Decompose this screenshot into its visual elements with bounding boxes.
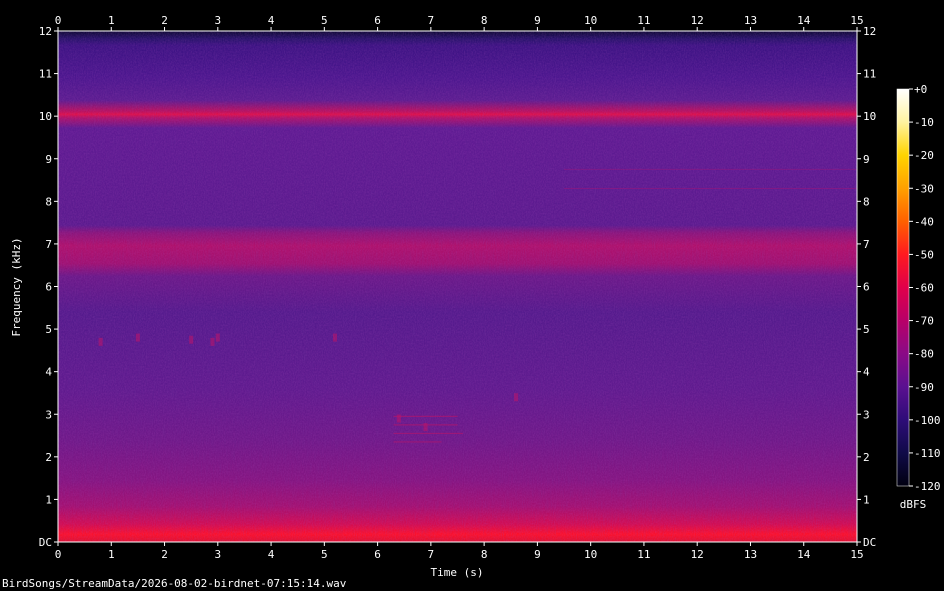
y-tick-left-label: DC <box>39 536 52 549</box>
colorbar-tick-label: -70 <box>914 315 934 328</box>
x-tick-top-label: 15 <box>850 14 863 27</box>
colorbar-gradient <box>897 89 909 486</box>
y-tick-right-label: 9 <box>863 153 870 166</box>
bird-call-mark <box>98 337 103 346</box>
colorbar-tick-label: -50 <box>914 248 934 261</box>
x-axis-title: Time (s) <box>431 566 484 579</box>
y-tick-right-label: 6 <box>863 281 870 294</box>
bird-call-mark <box>396 414 401 423</box>
x-tick-top-label: 1 <box>108 14 115 27</box>
x-tick-top-label: 0 <box>55 14 62 27</box>
y-tick-right-label: 1 <box>863 493 870 506</box>
x-tick-top-label: 12 <box>691 14 704 27</box>
colorbar-tick-label: -30 <box>914 182 934 195</box>
y-tick-left-label: 2 <box>45 451 52 464</box>
y-tick-left-label: 12 <box>39 25 52 38</box>
colorbar-tick-label: -120 <box>914 480 941 493</box>
y-tick-left-label: 11 <box>39 68 52 81</box>
y-tick-left-label: 4 <box>45 366 52 379</box>
spectrogram-vertical-texture <box>58 31 857 542</box>
bird-call-mark <box>332 333 337 342</box>
y-tick-left-label: 8 <box>45 195 52 208</box>
bird-call-mark <box>135 333 140 342</box>
y-tick-left-label: 3 <box>45 408 52 421</box>
x-tick-top-label: 2 <box>161 14 168 27</box>
x-tick-bottom-label: 5 <box>321 548 328 561</box>
x-tick-bottom-label: 4 <box>268 548 275 561</box>
x-tick-bottom-label: 10 <box>584 548 597 561</box>
x-tick-bottom-label: 2 <box>161 548 168 561</box>
x-tick-top-label: 11 <box>637 14 650 27</box>
colorbar-tick-label: -20 <box>914 149 934 162</box>
colorbar: +0 -10 -20 -30 -40 -50 -60 -70 -80 -90 -100 -110 -12… <box>896 83 941 511</box>
x-tick-top-label: 7 <box>428 14 435 27</box>
x-tick-top-label: 8 <box>481 14 488 27</box>
x-axis-bottom: 0 1 2 3 4 5 6 7 8 9 10 11 12 13 14 15 <box>55 542 864 561</box>
y-tick-left-label: 7 <box>45 238 52 251</box>
y-tick-left-label: 9 <box>45 153 52 166</box>
x-tick-bottom-label: 12 <box>691 548 704 561</box>
bird-call-mark <box>423 423 428 432</box>
x-tick-bottom-label: 3 <box>214 548 221 561</box>
spectrogram-plot <box>57 30 858 543</box>
colorbar-tick-label: -90 <box>914 381 934 394</box>
colorbar-tick-label: -60 <box>914 282 934 295</box>
x-tick-bottom-label: 6 <box>374 548 381 561</box>
colorbar-ticks: +0 -10 -20 -30 -40 -50 -60 -70 -80 -90 -100 -110 -12… <box>909 83 941 493</box>
y-tick-right-label: 11 <box>863 68 876 81</box>
y-tick-right-label: 4 <box>863 366 870 379</box>
bird-call-mark <box>514 393 519 402</box>
x-tick-bottom-label: 7 <box>428 548 435 561</box>
x-tick-top-label: 13 <box>744 14 757 27</box>
bird-call-mark <box>189 335 194 344</box>
y-tick-left-label: 6 <box>45 281 52 294</box>
y-tick-right-label: DC <box>863 536 876 549</box>
x-tick-top-label: 9 <box>534 14 541 27</box>
x-tick-bottom-label: 15 <box>850 548 863 561</box>
x-tick-top-label: 6 <box>374 14 381 27</box>
y-tick-right-label: 12 <box>863 25 876 38</box>
y-axis-right: DC123456789101112 <box>857 25 876 549</box>
x-tick-top-label: 10 <box>584 14 597 27</box>
y-tick-left-label: 10 <box>39 110 52 123</box>
colorbar-unit: dBFS <box>900 498 927 511</box>
spectrogram-figure: 0 1 2 3 4 5 6 7 8 9 10 11 12 13 14 15 0 1 2 3 4 5 6 7 8 9 10 11 12 1… <box>2 14 941 590</box>
colorbar-tick-label: -110 <box>914 447 941 460</box>
colorbar-tick-label: -10 <box>914 116 934 129</box>
x-tick-top-label: 5 <box>321 14 328 27</box>
y-tick-left-label: 1 <box>45 493 52 506</box>
x-tick-top-label: 3 <box>214 14 221 27</box>
x-axis-top: 0 1 2 3 4 5 6 7 8 9 10 11 12 13 14 15 <box>55 14 864 31</box>
y-axis-left: DC123456789101112 <box>39 25 58 549</box>
x-tick-bottom-label: 8 <box>481 548 488 561</box>
colorbar-tick-label: -100 <box>914 414 941 427</box>
y-tick-right-label: 5 <box>863 323 870 336</box>
colorbar-tick-label: -80 <box>914 348 934 361</box>
y-axis-title: Frequency (kHz) <box>10 237 23 336</box>
x-tick-top-label: 4 <box>268 14 275 27</box>
y-tick-right-label: 8 <box>863 195 870 208</box>
y-tick-left-label: 5 <box>45 323 52 336</box>
y-tick-right-label: 7 <box>863 238 870 251</box>
x-tick-bottom-label: 11 <box>637 548 650 561</box>
x-tick-bottom-label: 9 <box>534 548 541 561</box>
y-tick-right-label: 2 <box>863 451 870 464</box>
bird-call-mark <box>210 337 215 346</box>
file-path-label: BirdSongs/StreamData/2026-08-02-birdnet-… <box>2 577 347 590</box>
colorbar-tick-label: -40 <box>914 215 934 228</box>
bird-call-mark <box>215 333 220 342</box>
y-tick-right-label: 10 <box>863 110 876 123</box>
x-tick-bottom-label: 1 <box>108 548 115 561</box>
x-tick-bottom-label: 14 <box>797 548 811 561</box>
x-tick-bottom-label: 13 <box>744 548 757 561</box>
colorbar-tick-label: +0 <box>914 83 927 96</box>
x-tick-top-label: 14 <box>797 14 811 27</box>
y-tick-right-label: 3 <box>863 408 870 421</box>
x-tick-bottom-label: 0 <box>55 548 62 561</box>
